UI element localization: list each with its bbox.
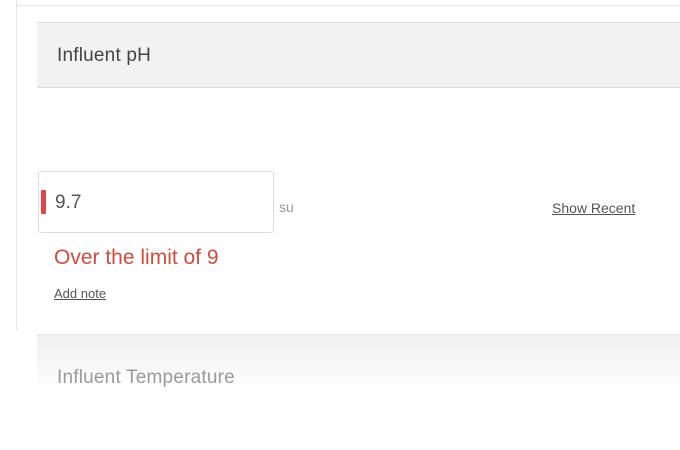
section-title: Influent Temperature bbox=[57, 367, 235, 388]
error-message: Over the limit of 9 bbox=[54, 246, 219, 269]
alert-indicator bbox=[41, 190, 46, 214]
divider bbox=[16, 5, 680, 6]
section-header-influent-ph: Influent pH bbox=[37, 22, 680, 88]
divider bbox=[16, 0, 17, 330]
section-header-influent-temperature: Influent Temperature bbox=[37, 334, 680, 390]
unit-label: su bbox=[279, 199, 294, 215]
value-input-field[interactable] bbox=[38, 171, 274, 233]
add-note-link[interactable]: Add note bbox=[54, 286, 106, 301]
ph-value-input[interactable] bbox=[55, 192, 255, 214]
section-title: Influent pH bbox=[57, 45, 152, 66]
show-recent-link[interactable]: Show Recent bbox=[552, 200, 635, 216]
page: Influent pH su Show Recent Over the limi… bbox=[0, 0, 680, 450]
